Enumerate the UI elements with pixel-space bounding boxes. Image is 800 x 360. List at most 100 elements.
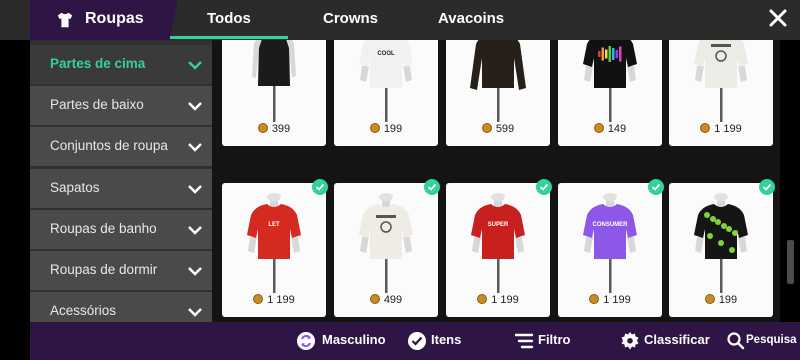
chevron-down-icon bbox=[188, 61, 202, 70]
item-price: 1 199 bbox=[491, 294, 519, 306]
item-card[interactable]: 399 bbox=[222, 40, 326, 146]
item-price: 1 199 bbox=[267, 294, 295, 306]
bottom-toolbar: Masculino Itens Filtro Classificar Pesqu… bbox=[30, 322, 800, 360]
item-preview: CONSUMER bbox=[583, 193, 637, 293]
item-preview: SUPER bbox=[471, 193, 525, 293]
item-price: 499 bbox=[383, 294, 403, 306]
price-row: 599 bbox=[446, 123, 550, 135]
category-sapatos[interactable]: Sapatos bbox=[30, 169, 212, 208]
shirt-icon bbox=[57, 12, 73, 28]
gear-icon[interactable] bbox=[620, 331, 640, 351]
top-bar: Roupas Todos Crowns Avacoins bbox=[0, 0, 800, 40]
tab-todos[interactable]: Todos bbox=[207, 10, 251, 27]
svg-text:CONSUMER: CONSUMER bbox=[592, 222, 628, 228]
item-price: 599 bbox=[495, 123, 515, 135]
item-card[interactable]: SUPER 1 199 bbox=[446, 179, 552, 317]
sort-button[interactable]: Classificar bbox=[644, 332, 710, 347]
gender-switch-icon[interactable] bbox=[296, 331, 316, 351]
price-row: 1 199 bbox=[669, 123, 773, 135]
gender-button[interactable]: Masculino bbox=[322, 332, 386, 347]
item-card[interactable]: 599 bbox=[446, 40, 550, 146]
chevron-down-icon bbox=[188, 185, 202, 194]
item-card[interactable]: 499 bbox=[334, 179, 440, 317]
items-button[interactable]: Itens bbox=[431, 332, 461, 347]
category-label: Roupas de dormir bbox=[50, 262, 158, 277]
coin-icon bbox=[369, 294, 380, 304]
filter-icon[interactable] bbox=[514, 331, 534, 351]
coin-icon bbox=[369, 123, 380, 133]
category-conjuntos-de-roupa[interactable]: Conjuntos de roupa bbox=[30, 127, 212, 166]
chevron-down-icon bbox=[188, 308, 202, 317]
coin-icon bbox=[253, 294, 264, 304]
tab-crowns[interactable]: Crowns bbox=[323, 10, 378, 27]
item-price: 149 bbox=[607, 123, 627, 135]
coin-icon bbox=[589, 294, 600, 304]
item-preview bbox=[694, 193, 748, 293]
check-circle-icon[interactable] bbox=[407, 331, 427, 351]
item-card[interactable]: 199 bbox=[669, 179, 775, 317]
item-preview: COOL bbox=[359, 40, 413, 122]
tab-avacoins[interactable]: Avacoins bbox=[438, 10, 504, 27]
active-tab-indicator bbox=[170, 36, 288, 39]
item-preview bbox=[583, 40, 637, 122]
category-partes-de-baixo[interactable]: Partes de baixo bbox=[30, 86, 212, 125]
coin-icon bbox=[481, 123, 492, 133]
filter-button[interactable]: Filtro bbox=[538, 332, 571, 347]
svg-text:LET: LET bbox=[268, 222, 280, 228]
coin-icon bbox=[704, 294, 715, 304]
svg-text:COOL: COOL bbox=[377, 51, 395, 57]
item-preview bbox=[359, 193, 413, 293]
price-row: 1 199 bbox=[446, 294, 550, 306]
chevron-down-icon bbox=[188, 267, 202, 276]
category-label: Partes de cima bbox=[50, 56, 146, 71]
item-card[interactable]: CONSUMER 1 199 bbox=[558, 179, 664, 317]
price-row: 199 bbox=[669, 294, 773, 306]
chevron-down-icon bbox=[188, 102, 202, 111]
owned-check-icon bbox=[648, 179, 664, 195]
price-row: 499 bbox=[334, 294, 438, 306]
owned-check-icon bbox=[312, 179, 328, 195]
item-price: 1 199 bbox=[603, 294, 631, 306]
coin-icon bbox=[257, 123, 268, 133]
svg-text:SUPER: SUPER bbox=[488, 222, 509, 228]
price-row: 199 bbox=[334, 123, 438, 135]
item-grid: 399 COOL 199 599 149 1 199 LET 1 199 499 SUPER 1 1… bbox=[212, 40, 780, 322]
chevron-down-icon bbox=[188, 143, 202, 152]
coin-icon bbox=[477, 294, 488, 304]
price-row: 1 199 bbox=[558, 294, 662, 306]
scrollbar[interactable] bbox=[787, 240, 794, 284]
category-label: Acessórios bbox=[50, 303, 117, 318]
owned-check-icon bbox=[424, 179, 440, 195]
item-preview bbox=[252, 40, 296, 122]
item-card[interactable]: 1 199 bbox=[669, 40, 773, 146]
category-sidebar: Partes de cima Partes de baixo Conjuntos… bbox=[30, 40, 212, 322]
category-label: Conjuntos de roupa bbox=[50, 138, 168, 153]
item-price: 1 199 bbox=[714, 123, 742, 135]
category-acessorios[interactable]: Acessórios bbox=[30, 292, 212, 322]
item-price: 199 bbox=[383, 123, 403, 135]
search-icon[interactable] bbox=[726, 331, 746, 351]
category-partes-de-cima[interactable]: Partes de cima bbox=[30, 45, 212, 84]
item-preview: LET bbox=[247, 193, 301, 293]
coin-icon bbox=[700, 123, 711, 133]
item-card[interactable]: LET 1 199 bbox=[222, 179, 328, 317]
close-icon[interactable] bbox=[767, 7, 789, 29]
search-button[interactable]: Pesquisa bbox=[746, 334, 797, 346]
coin-icon bbox=[593, 123, 604, 133]
price-row: 1 199 bbox=[222, 294, 326, 306]
price-row: 149 bbox=[558, 123, 662, 135]
item-preview bbox=[694, 40, 748, 122]
section-header: Roupas bbox=[30, 0, 178, 40]
category-roupas-de-dormir[interactable]: Roupas de dormir bbox=[30, 251, 212, 290]
item-price: 199 bbox=[718, 294, 738, 306]
item-card[interactable]: COOL 199 bbox=[334, 40, 438, 146]
section-title: Roupas bbox=[85, 10, 144, 27]
owned-check-icon bbox=[536, 179, 552, 195]
owned-check-icon bbox=[759, 179, 775, 195]
item-preview bbox=[470, 40, 526, 122]
item-card[interactable]: 149 bbox=[558, 40, 662, 146]
price-row: 399 bbox=[222, 123, 326, 135]
category-roupas-de-banho[interactable]: Roupas de banho bbox=[30, 210, 212, 249]
chevron-down-icon bbox=[188, 226, 202, 235]
item-price: 399 bbox=[271, 123, 291, 135]
